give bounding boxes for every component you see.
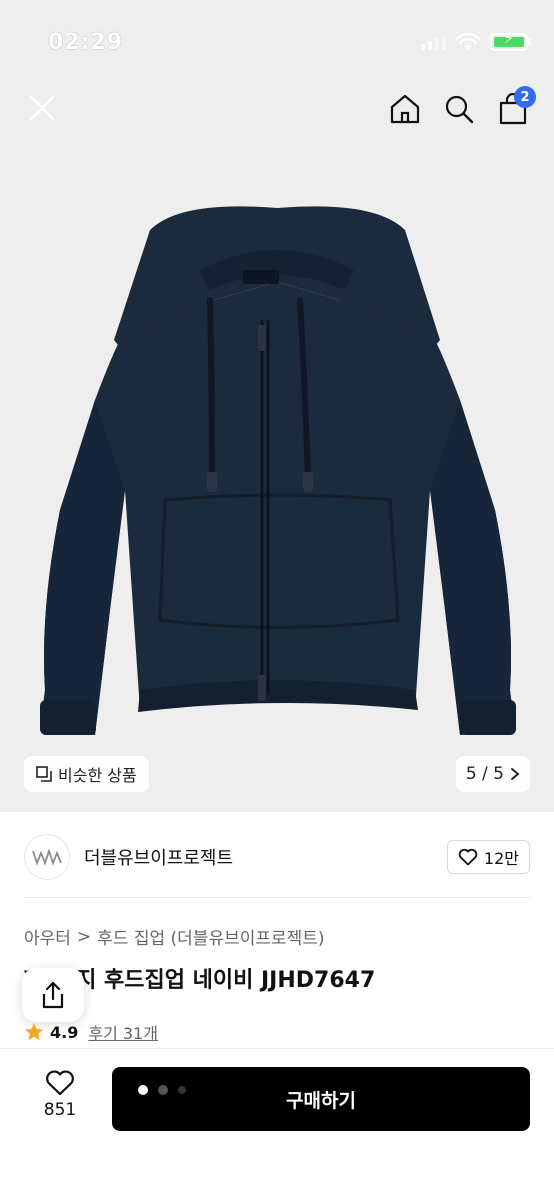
status-icons: ⚡ [421, 31, 531, 51]
brand-logo-icon [32, 849, 62, 865]
rating-value: 4.9 [50, 1022, 79, 1042]
heart-icon [458, 848, 478, 866]
bottom-bar: 851 구매하기 [0, 1048, 554, 1200]
product-image[interactable] [0, 190, 554, 770]
breadcrumb-category[interactable]: 아우터 [24, 924, 71, 949]
share-icon [42, 981, 64, 1009]
similar-products-label: 비슷한 상품 [58, 766, 137, 785]
breadcrumb: 아우터 > 후드 집업 (더블유브이프로젝트) [24, 924, 325, 950]
breadcrumb-subcategory[interactable]: 후드 집업 (더블유브이프로젝트) [97, 924, 324, 949]
wifi-icon [456, 33, 480, 50]
close-icon [29, 95, 55, 121]
page-dot-active [138, 1085, 148, 1095]
page-indicator [138, 1085, 186, 1095]
page-dot [158, 1085, 168, 1095]
image-pager[interactable]: 5 / 5 [455, 756, 530, 792]
review-link[interactable]: 후기 31개 [88, 1020, 158, 1044]
brand-like-count: 12만 [483, 849, 519, 868]
wishlist-button[interactable]: 851 [30, 1069, 90, 1120]
heart-icon [46, 1070, 74, 1096]
product-gallery[interactable]: 02:29 ⚡ 2 비슷한 상품 5 / 5 [0, 0, 554, 812]
search-icon [445, 95, 474, 124]
signal-icon [421, 34, 446, 50]
rating-row: 4.9 후기 31개 [24, 1020, 158, 1044]
share-button[interactable] [22, 968, 84, 1022]
page-dot [178, 1086, 186, 1094]
battery-icon: ⚡ [490, 31, 531, 51]
search-button[interactable] [442, 92, 476, 126]
divider [24, 897, 530, 898]
status-bar: 02:29 ⚡ [0, 0, 554, 80]
status-time: 02:29 [48, 30, 124, 55]
cart-button[interactable]: 2 [496, 86, 536, 126]
star-icon [25, 1023, 43, 1041]
home-button[interactable] [388, 92, 422, 126]
chevron-right-icon [511, 768, 520, 780]
brand-name[interactable]: 더블유브이프로젝트 [84, 844, 233, 870]
brand-row[interactable]: 더블유브이프로젝트 12만 [24, 832, 530, 882]
cart-badge: 2 [514, 86, 536, 108]
similar-products-icon [36, 766, 52, 782]
brand-logo [24, 834, 70, 880]
breadcrumb-separator: > [76, 926, 92, 947]
wishlist-count: 851 [43, 1100, 77, 1120]
buy-button[interactable]: 구매하기 [112, 1067, 530, 1131]
home-icon [390, 94, 420, 124]
brand-like-button[interactable]: 12만 [446, 840, 530, 874]
close-button[interactable] [22, 88, 62, 128]
header-actions: 2 [388, 86, 536, 126]
buy-button-label: 구매하기 [286, 1089, 356, 1112]
pager-text: 5 / 5 [465, 764, 504, 784]
similar-products-button[interactable]: 비슷한 상품 [24, 756, 149, 792]
